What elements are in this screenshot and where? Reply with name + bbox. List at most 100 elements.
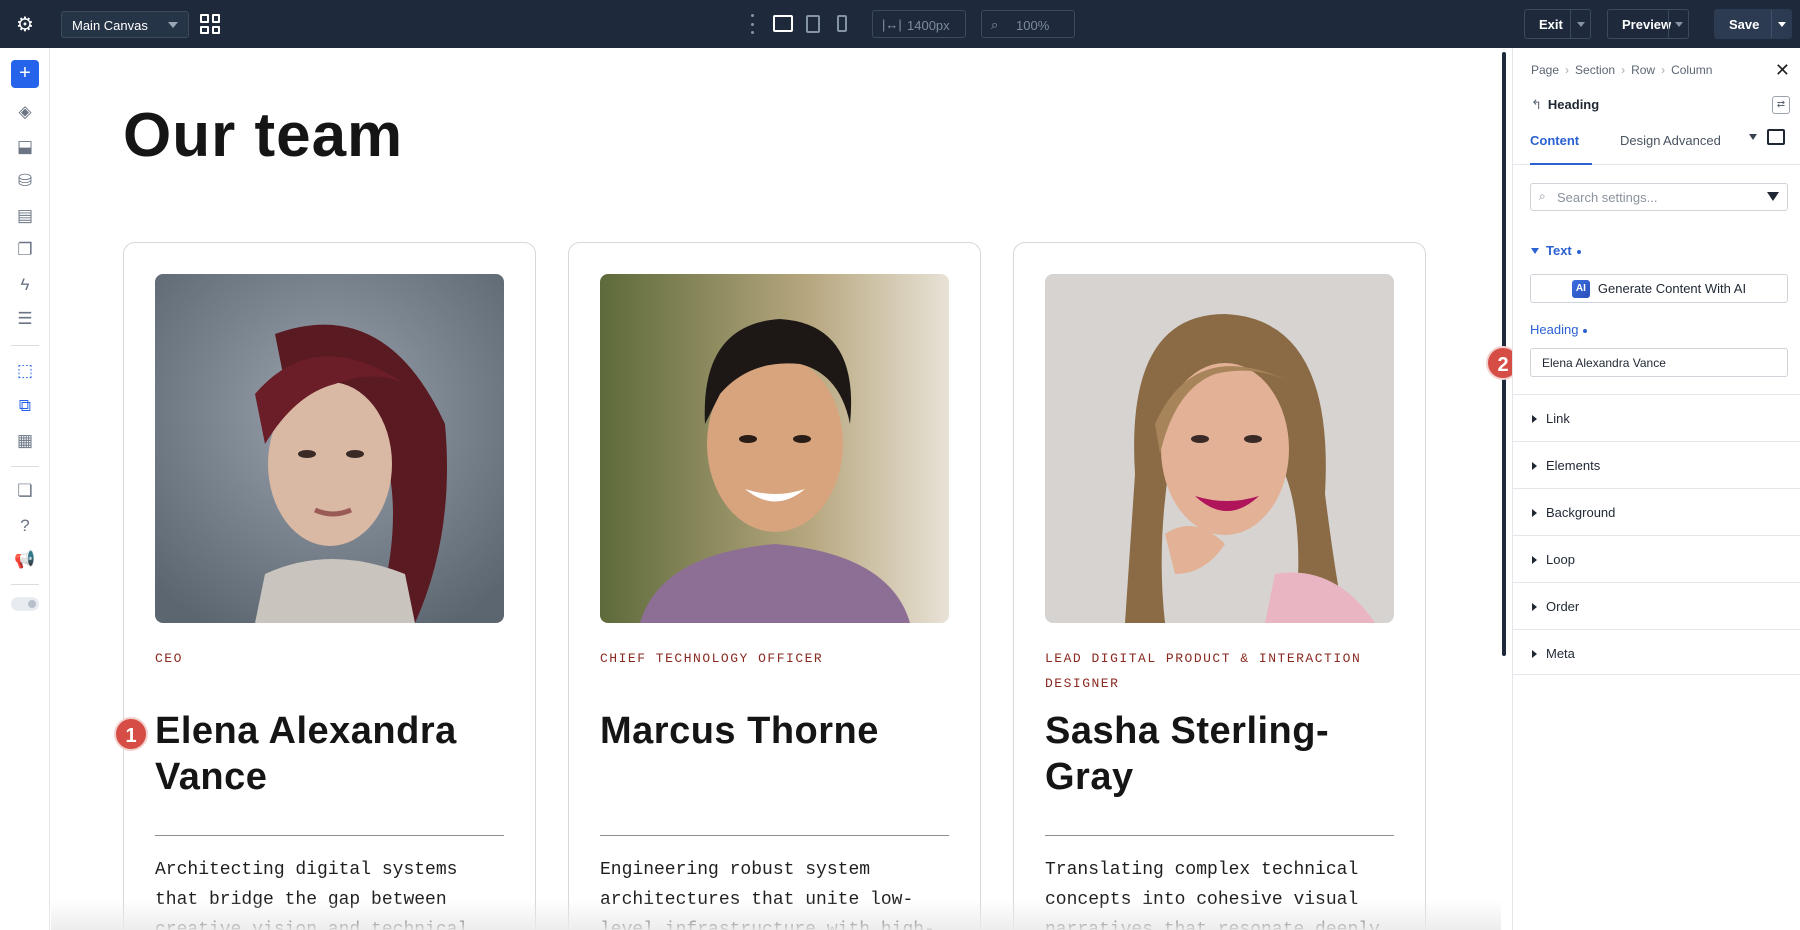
settings-search-placeholder: Search settings...	[1557, 190, 1658, 205]
modified-dot	[1583, 328, 1588, 333]
element-options-icon[interactable]: ⇄	[1772, 96, 1790, 114]
megaphone-icon[interactable]: 📢	[13, 549, 37, 571]
step-marker-1: 1	[114, 717, 148, 751]
back-arrow-icon[interactable]: ↰	[1531, 97, 1542, 112]
tablet-view-icon[interactable]	[806, 15, 820, 33]
sidebar-divider	[11, 345, 39, 346]
section-elements-label: Elements	[1546, 458, 1601, 473]
card-divider	[155, 835, 504, 836]
heading-field-label-text: Heading	[1530, 322, 1579, 337]
zoom-field[interactable]: ⌕ 100%	[981, 10, 1075, 38]
section-background[interactable]: Background	[1513, 488, 1800, 534]
settings-tabs: Content Design Advanced	[1513, 129, 1800, 165]
preset-box-icon[interactable]	[1767, 129, 1785, 145]
database-icon[interactable]: ⛁	[13, 170, 37, 192]
breadcrumb-page[interactable]: Page	[1531, 63, 1559, 77]
team-card[interactable]: CHIEF TECHNOLOGY OFFICER Marcus Thorne E…	[568, 242, 981, 930]
add-element-button[interactable]: +	[11, 60, 39, 88]
section-loop[interactable]: Loop	[1513, 535, 1800, 581]
team-member-name[interactable]: Sasha Sterling-Gray	[1045, 708, 1394, 800]
breadcrumb-row[interactable]: Row	[1631, 63, 1655, 77]
section-elements[interactable]: Elements	[1513, 441, 1800, 487]
team-card[interactable]: CEO Elena Alexandra Vance Architecting d…	[123, 242, 536, 930]
portrait-photo-illustration	[600, 274, 949, 623]
team-member-role: LEAD DIGITAL PRODUCT & INTERACTION DESIG…	[1045, 651, 1362, 691]
paint-icon[interactable]: ⬓	[13, 136, 37, 158]
breadcrumb-section[interactable]: Section	[1575, 63, 1615, 77]
builder-canvas: Our team CEO Elena Alexandra Vance Archi…	[51, 48, 1501, 930]
chevron-right-icon	[1532, 603, 1537, 611]
portrait-photo	[155, 274, 504, 623]
generate-ai-label: Generate Content With AI	[1597, 281, 1747, 296]
save-dropdown-toggle[interactable]	[1771, 10, 1791, 38]
breadcrumb-column[interactable]: Column	[1671, 63, 1712, 77]
bolt-icon[interactable]: ϟ	[13, 274, 37, 296]
layers-icon[interactable]: ◈	[13, 101, 37, 123]
breadcrumb-separator: ›	[1621, 63, 1626, 77]
page-title[interactable]: Our team	[123, 100, 403, 171]
element-title: ↰ Heading	[1531, 97, 1599, 113]
tab-design[interactable]: Design	[1620, 131, 1660, 165]
template-icon[interactable]: ▦	[13, 430, 37, 452]
filter-icon[interactable]	[1767, 192, 1779, 201]
chevron-down-icon[interactable]	[1531, 248, 1539, 254]
exit-dropdown-toggle[interactable]	[1570, 10, 1590, 38]
section-order[interactable]: Order	[1513, 582, 1800, 628]
team-member-name[interactable]: Marcus Thorne	[600, 708, 949, 754]
more-vertical-icon[interactable]	[750, 14, 754, 34]
section-link[interactable]: Link	[1513, 394, 1800, 440]
theme-toggle[interactable]	[11, 597, 39, 611]
save-button[interactable]: Save	[1714, 9, 1792, 39]
settings-search-input[interactable]: ⌕ Search settings...	[1530, 183, 1788, 211]
zoom-value: 100%	[1016, 18, 1050, 33]
section-link-label: Link	[1546, 411, 1570, 426]
section-text-header[interactable]: Text	[1546, 243, 1581, 258]
generate-ai-button[interactable]: AI Generate Content With AI	[1530, 274, 1788, 303]
stack-icon[interactable]: ❏	[13, 480, 37, 502]
select-icon[interactable]: ⬚	[13, 360, 37, 382]
chevron-right-icon	[1532, 509, 1537, 517]
preview-button[interactable]: Preview	[1607, 9, 1689, 39]
top-toolbar: ⚙ Main Canvas |↔| 1400px ⌕ 100% Exit Pre…	[0, 0, 1800, 48]
breadcrumb-separator: ›	[1661, 63, 1666, 77]
close-icon[interactable]: ✕	[1775, 60, 1790, 81]
grid-icon[interactable]	[200, 14, 220, 34]
portrait-photo	[1045, 274, 1394, 623]
form-icon[interactable]: ▤	[13, 205, 37, 227]
canvas-bottom-fade	[51, 900, 1501, 930]
section-meta-label: Meta	[1546, 646, 1575, 661]
portrait-photo-illustration	[155, 274, 504, 623]
team-card[interactable]: LEAD DIGITAL PRODUCT & INTERACTION DESIG…	[1013, 242, 1426, 930]
section-loop-label: Loop	[1546, 552, 1575, 567]
canvas-width-field[interactable]: |↔| 1400px	[872, 10, 966, 38]
desktop-view-icon[interactable]	[773, 15, 793, 32]
heading-text-input[interactable]: Elena Alexandra Vance	[1530, 348, 1788, 377]
pages-icon[interactable]: ❐	[13, 239, 37, 261]
tab-advanced[interactable]: Advanced	[1663, 131, 1721, 165]
chevron-right-icon	[1532, 462, 1537, 470]
tab-content[interactable]: Content	[1530, 131, 1592, 165]
phone-view-icon[interactable]	[837, 15, 847, 32]
gear-icon[interactable]: ⚙	[14, 13, 36, 36]
card-divider	[600, 835, 949, 836]
canvas-select[interactable]: Main Canvas	[61, 11, 189, 38]
tabs-more-icon[interactable]	[1749, 134, 1757, 140]
chevron-right-icon	[1532, 556, 1537, 564]
help-icon[interactable]: ?	[13, 515, 37, 537]
chevron-right-icon	[1532, 650, 1537, 658]
zoom-icon: ⌕	[991, 17, 999, 32]
canvas-width-value: 1400px	[907, 18, 950, 33]
preview-dropdown-toggle[interactable]	[1668, 10, 1688, 38]
team-member-role: CEO	[155, 651, 183, 666]
element-title-text: Heading	[1547, 97, 1600, 112]
breadcrumb-separator: ›	[1565, 63, 1570, 77]
multi-select-icon[interactable]: ⧉	[13, 395, 37, 417]
list-icon[interactable]: ☰	[13, 308, 37, 330]
exit-button[interactable]: Exit	[1524, 9, 1591, 39]
exit-label: Exit	[1539, 16, 1563, 32]
section-meta[interactable]: Meta	[1513, 629, 1800, 675]
preview-label: Preview	[1622, 16, 1672, 32]
width-icon: |↔|	[882, 17, 902, 32]
team-member-role: CHIEF TECHNOLOGY OFFICER	[600, 651, 824, 666]
team-member-name[interactable]: Elena Alexandra Vance	[155, 708, 504, 800]
